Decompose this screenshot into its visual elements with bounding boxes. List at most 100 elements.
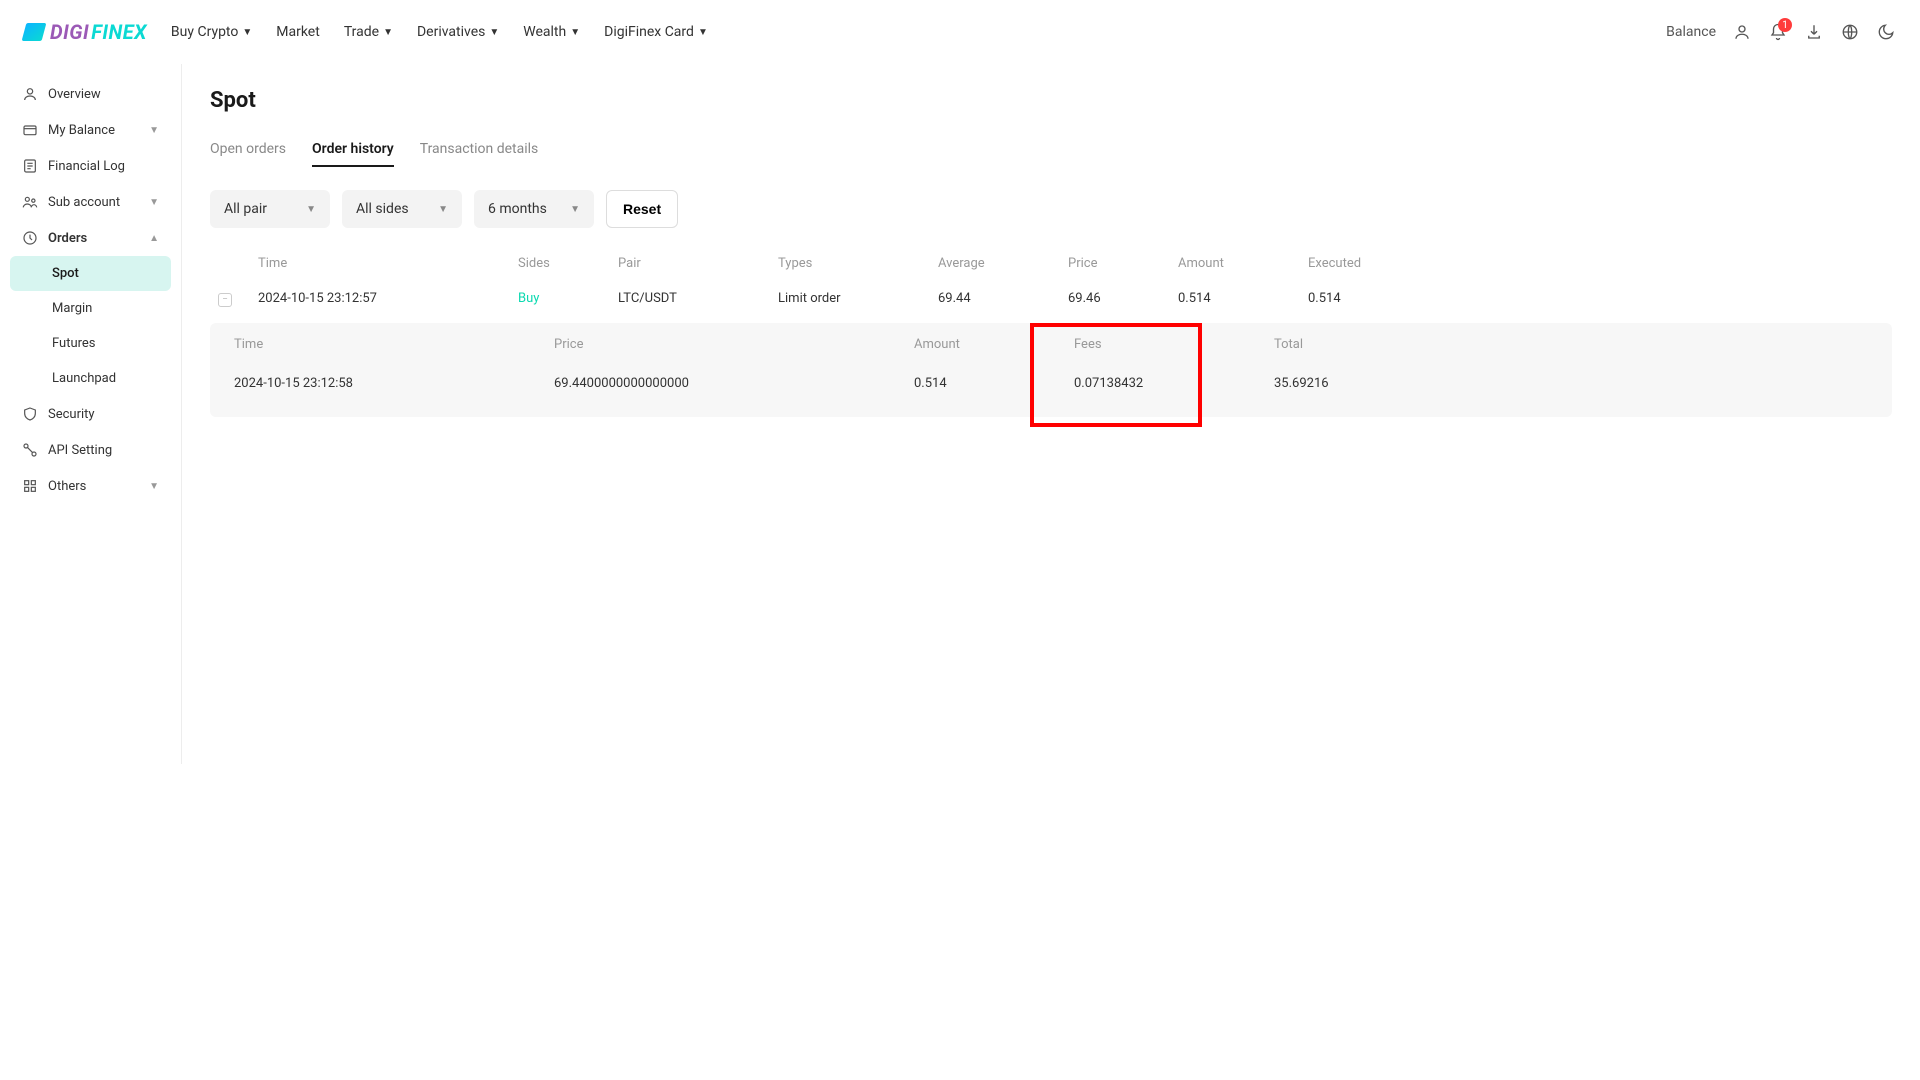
tab-transaction-details[interactable]: Transaction details (420, 141, 539, 167)
sidebar-item-security[interactable]: Security (0, 396, 181, 432)
chevron-down-icon: ▼ (570, 27, 580, 38)
filters: All pair▼ All sides▼ 6 months▼ Reset (210, 190, 1892, 228)
sidebar-item-label: Orders (48, 231, 87, 246)
col-executed: Executed (1308, 256, 1438, 271)
filter-side-select[interactable]: All sides▼ (342, 190, 462, 228)
dcol-fees: Fees (1074, 337, 1274, 352)
api-icon (22, 442, 38, 458)
download-icon[interactable] (1804, 22, 1824, 42)
sidebar-item-label: API Setting (48, 443, 112, 458)
logo-text-1: DIGI (50, 20, 89, 44)
chevron-down-icon: ▼ (242, 27, 252, 38)
grid-icon (22, 478, 38, 494)
sidebar-item-overview[interactable]: Overview (0, 76, 181, 112)
nav-wealth[interactable]: Wealth▼ (523, 24, 580, 40)
orders-icon (22, 230, 38, 246)
tab-open-orders[interactable]: Open orders (210, 141, 286, 167)
sidebar-item-label: Security (48, 407, 95, 422)
filter-pair-select[interactable]: All pair▼ (210, 190, 330, 228)
detail-header: Time Price Amount Fees Total (226, 323, 1876, 366)
sidebar-item-subaccount[interactable]: Sub account ▼ (0, 184, 181, 220)
layout: Overview My Balance ▼ Financial Log Sub … (0, 64, 1920, 764)
detail-block: Time Price Amount Fees Total 2024-10-15 … (210, 323, 1892, 417)
user-icon[interactable] (1732, 22, 1752, 42)
header-right: Balance 1 (1666, 22, 1896, 42)
moon-icon[interactable] (1876, 22, 1896, 42)
chevron-down-icon: ▼ (489, 27, 499, 38)
cell-side: Buy (518, 291, 618, 306)
reset-button[interactable]: Reset (606, 190, 678, 228)
sidebar-sub-futures[interactable]: Futures (10, 326, 171, 361)
dcell-price: 69.4400000000000000 (554, 376, 914, 391)
subaccount-icon (22, 194, 38, 210)
balance-link[interactable]: Balance (1666, 24, 1716, 40)
chevron-down-icon: ▼ (698, 27, 708, 38)
sidebar-item-apisetting[interactable]: API Setting (0, 432, 181, 468)
sidebar-item-label: Sub account (48, 195, 120, 210)
sidebar: Overview My Balance ▼ Financial Log Sub … (0, 64, 182, 764)
dcol-price: Price (554, 337, 914, 352)
sidebar-sub-launchpad[interactable]: Launchpad (10, 361, 171, 396)
nav-trade[interactable]: Trade▼ (344, 24, 393, 40)
tabs: Open orders Order history Transaction de… (210, 141, 1892, 168)
globe-icon[interactable] (1840, 22, 1860, 42)
sidebar-item-label: Overview (48, 87, 101, 102)
chevron-down-icon: ▼ (570, 204, 580, 215)
nav-digifinex-card[interactable]: DigiFinex Card▼ (604, 24, 708, 40)
nav-buy-crypto[interactable]: Buy Crypto▼ (171, 24, 252, 40)
collapse-toggle[interactable]: − (218, 293, 232, 307)
nav-market[interactable]: Market (276, 24, 320, 40)
nav-derivatives[interactable]: Derivatives▼ (417, 24, 499, 40)
chevron-down-icon: ▼ (149, 481, 159, 492)
sidebar-item-financiallog[interactable]: Financial Log (0, 148, 181, 184)
sidebar-item-orders[interactable]: Orders ▲ (0, 220, 181, 256)
notif-badge: 1 (1778, 18, 1792, 32)
col-sides: Sides (518, 256, 618, 271)
log-icon (22, 158, 38, 174)
top-nav: Buy Crypto▼ Market Trade▼ Derivatives▼ W… (171, 24, 1666, 40)
sidebar-sub-margin[interactable]: Margin (10, 291, 171, 326)
cell-executed: 0.514 (1308, 291, 1438, 306)
logo[interactable]: DIGIFINEX (24, 20, 147, 44)
sidebar-item-others[interactable]: Others ▼ (0, 468, 181, 504)
col-pair: Pair (618, 256, 778, 271)
detail-row: 2024-10-15 23:12:58 69.4400000000000000 … (226, 366, 1876, 405)
col-types: Types (778, 256, 938, 271)
dcol-time: Time (234, 337, 554, 352)
logo-icon (22, 23, 47, 41)
cell-price: 69.46 (1068, 291, 1178, 306)
dcol-amount: Amount (914, 337, 1074, 352)
bell-icon[interactable]: 1 (1768, 22, 1788, 42)
sidebar-item-label: Others (48, 479, 86, 494)
chevron-up-icon: ▲ (149, 233, 159, 244)
dcell-fees: 0.07138432 (1074, 376, 1274, 391)
dcell-time: 2024-10-15 23:12:58 (234, 376, 554, 391)
dcell-total: 35.69216 (1274, 376, 1474, 391)
balance-icon (22, 122, 38, 138)
chevron-down-icon: ▼ (306, 204, 316, 215)
cell-amount: 0.514 (1178, 291, 1308, 306)
col-amount: Amount (1178, 256, 1308, 271)
table-header: Time Sides Pair Types Average Price Amou… (210, 248, 1892, 279)
sidebar-item-mybalance[interactable]: My Balance ▼ (0, 112, 181, 148)
table-row[interactable]: − 2024-10-15 23:12:57 Buy LTC/USDT Limit… (210, 279, 1892, 319)
chevron-down-icon: ▼ (438, 204, 448, 215)
dcol-total: Total (1274, 337, 1474, 352)
logo-text-2: FINEX (91, 20, 147, 44)
col-price: Price (1068, 256, 1178, 271)
cell-time: 2024-10-15 23:12:57 (258, 291, 518, 306)
sidebar-item-label: My Balance (48, 123, 115, 138)
sidebar-item-label: Financial Log (48, 159, 125, 174)
page-title: Spot (210, 88, 1892, 113)
cell-type: Limit order (778, 291, 938, 306)
overview-icon (22, 86, 38, 102)
security-icon (22, 406, 38, 422)
orders-table: Time Sides Pair Types Average Price Amou… (210, 248, 1892, 417)
main: Spot Open orders Order history Transacti… (182, 64, 1920, 764)
chevron-down-icon: ▼ (149, 125, 159, 136)
sidebar-sub-spot[interactable]: Spot (10, 256, 171, 291)
cell-pair: LTC/USDT (618, 291, 778, 306)
filter-range-select[interactable]: 6 months▼ (474, 190, 594, 228)
dcell-amount: 0.514 (914, 376, 1074, 391)
tab-order-history[interactable]: Order history (312, 141, 394, 167)
